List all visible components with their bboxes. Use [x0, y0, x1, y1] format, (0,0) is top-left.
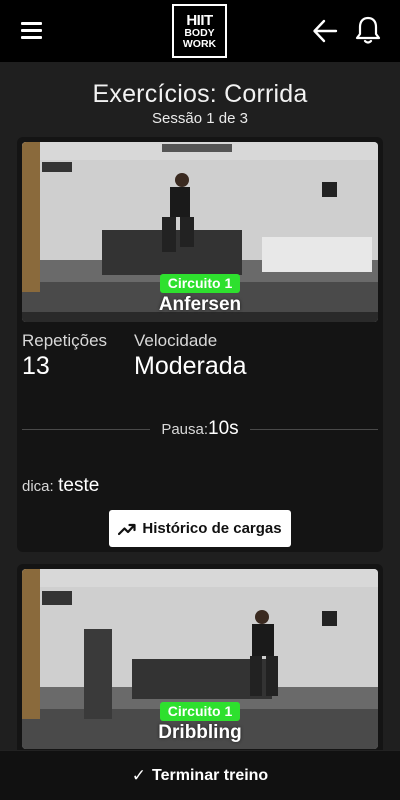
speed-value: Moderada	[134, 352, 247, 380]
exercise-name: Anfersen	[158, 294, 242, 315]
bell-icon[interactable]	[354, 15, 382, 45]
app-header: HIIT BODY WORK	[0, 0, 400, 62]
tip-info: dica: teste	[22, 475, 99, 497]
load-history-label: Histórico de cargas	[142, 520, 282, 537]
check-icon: ✓	[131, 765, 147, 785]
pause-info: Pausa:10s	[150, 418, 250, 440]
circuit-badge: Circuito 1	[160, 702, 240, 721]
pause-value: 10s	[208, 418, 239, 439]
logo-line-1: HIIT	[186, 11, 213, 29]
brand-logo: HIIT BODY WORK	[172, 4, 227, 58]
tip-value: teste	[58, 475, 100, 496]
speed-label: Velocidade	[134, 331, 218, 350]
logo-line-3: WORK	[182, 37, 217, 50]
finish-workout-label: Terminar treino	[152, 766, 269, 784]
pause-divider-left	[22, 429, 150, 430]
load-history-button[interactable]: Histórico de cargas	[109, 510, 291, 547]
reps-label: Repetições	[22, 331, 108, 350]
exercise-name: Dribbling	[158, 722, 242, 743]
app-root: HIIT BODY WORK Exercícios: Corrida Sessã…	[0, 0, 400, 800]
pause-divider-right	[250, 429, 378, 430]
page-title: Exercícios: Corrida	[92, 80, 308, 108]
circuit-badge: Circuito 1	[160, 274, 240, 293]
session-counter: Sessão 1 de 3	[152, 110, 248, 127]
arrow-left-icon[interactable]	[312, 18, 338, 44]
trending-up-icon	[118, 523, 136, 535]
reps-value: 13	[22, 352, 50, 380]
menu-icon[interactable]	[21, 22, 42, 39]
logo-line-2: BODY	[184, 26, 215, 39]
finish-workout-button[interactable]: ✓ Terminar treino	[0, 750, 400, 800]
tip-label: dica:	[22, 478, 54, 495]
pause-label: Pausa:	[161, 421, 209, 438]
